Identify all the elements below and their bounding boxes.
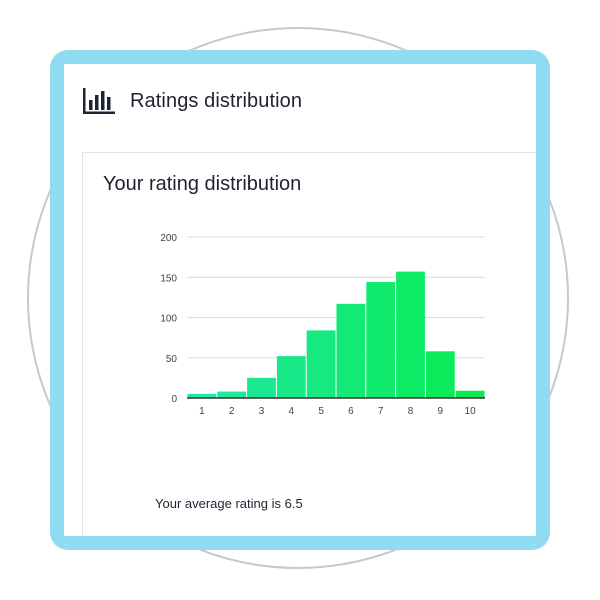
bar <box>366 282 396 398</box>
x-tick-label: 10 <box>465 406 477 417</box>
average-rating-text: Your average rating is 6.5 <box>155 496 303 511</box>
x-tick-label: 3 <box>259 406 265 417</box>
bar-chart-icon <box>83 88 115 114</box>
y-tick-label: 0 <box>171 394 177 405</box>
y-tick-label: 150 <box>160 273 177 284</box>
page-title: Ratings distribution <box>130 89 303 112</box>
bar <box>336 303 366 398</box>
bar <box>425 351 455 398</box>
rating-histogram: 0 50 100 150 200 1 2 3 4 5 6 7 8 9 10 <box>160 233 485 417</box>
x-tick-label: 1 <box>199 406 205 417</box>
y-tick-label: 100 <box>160 314 177 325</box>
bar <box>306 330 336 398</box>
x-tick-label: 7 <box>378 406 384 417</box>
page-header: Ratings distribution <box>82 86 302 116</box>
bar <box>276 356 306 398</box>
x-tick-label: 4 <box>289 406 295 417</box>
x-tick-label: 5 <box>318 406 324 417</box>
screen: Ratings distribution Your rating distrib… <box>64 64 536 536</box>
x-tick-label: 9 <box>438 406 444 417</box>
x-tick-label: 2 <box>229 406 235 417</box>
bar <box>247 377 276 398</box>
x-tick-label: 6 <box>348 406 354 417</box>
bar <box>396 271 425 398</box>
rating-distribution-card: Your rating distribution 0 50 100 150 200 1 2 3… <box>82 152 536 536</box>
bar <box>455 390 485 398</box>
x-tick-label: 8 <box>408 406 414 417</box>
y-tick-label: 50 <box>166 354 178 365</box>
bar <box>217 391 247 398</box>
y-tick-label: 200 <box>160 233 177 244</box>
